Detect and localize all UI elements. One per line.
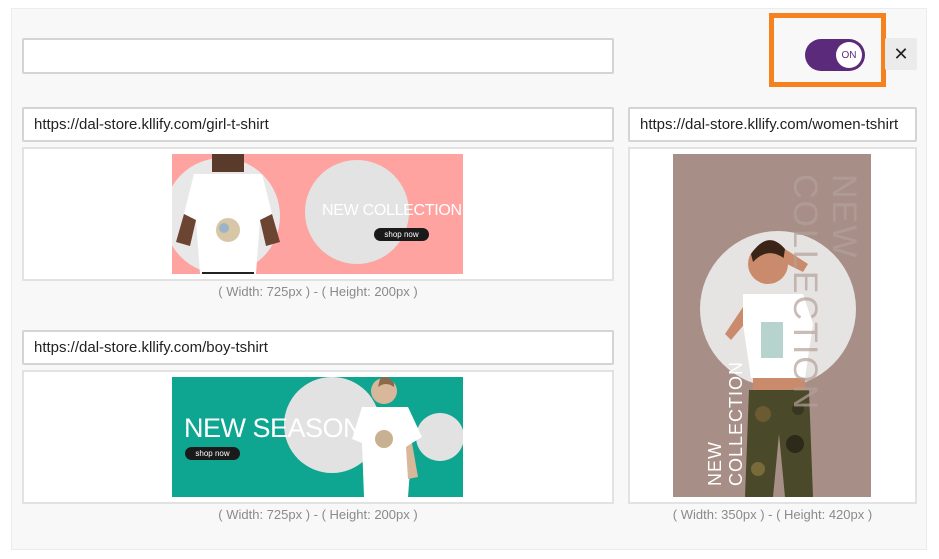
url-input-boy-tshirt[interactable]: https://dal-store.kllify.com/boy-tshirt [22, 330, 614, 365]
banner-image-women-tshirt: NEW COLLECTION NEW COLLECTION [673, 154, 871, 497]
url-input-girl-tshirt[interactable]: https://dal-store.kllify.com/girl-t-shir… [22, 107, 614, 142]
banner-watermark-women: NEW COLLECTION [786, 174, 863, 412]
on-off-toggle[interactable]: ON [805, 39, 865, 71]
banner-headline-women: NEW COLLECTION [705, 360, 746, 486]
image-size-caption-boy: ( Width: 725px ) - ( Height: 200px ) [218, 507, 418, 522]
shop-now-button-girl: shop now [374, 228, 429, 241]
close-button[interactable]: ✕ [885, 38, 917, 70]
banner-headline-boy: NEW SEASON [184, 413, 363, 443]
toggle-knob: ON [836, 42, 862, 68]
shop-now-button-boy: shop now [185, 447, 240, 460]
url-input-women-tshirt[interactable]: https://dal-store.kllify.com/women-tshir… [628, 107, 917, 142]
image-size-caption-women: ( Width: 350px ) - ( Height: 420px ) [672, 507, 873, 522]
banner-image-boy-tshirt: NEW SEASON shop now [172, 377, 463, 497]
banner-headline-girl: NEW COLLECTION [322, 202, 462, 219]
banner-image-girl-tshirt: NEW COLLECTION shop now [172, 154, 463, 274]
image-size-caption-girl: ( Width: 725px ) - ( Height: 200px ) [218, 284, 418, 299]
title-input[interactable] [22, 38, 614, 74]
close-icon: ✕ [893, 43, 909, 64]
